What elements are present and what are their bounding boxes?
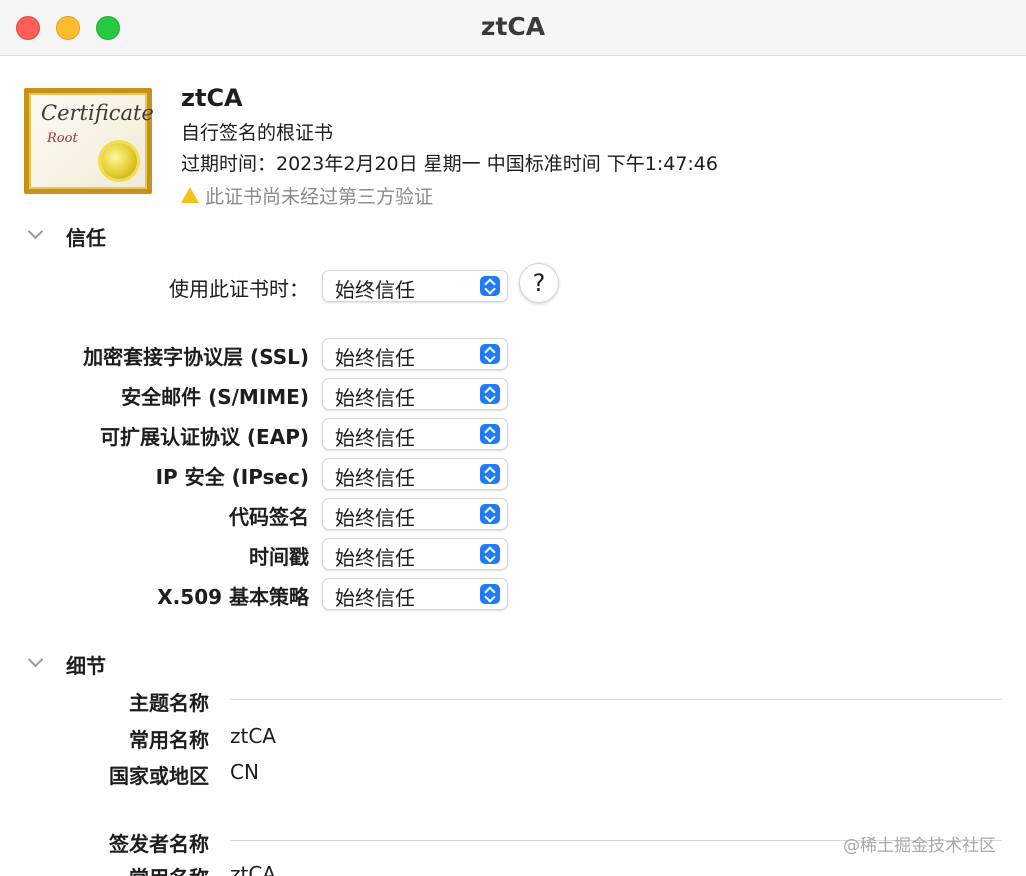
certificate-type: 自行签名的根证书 [181,122,334,144]
watermark-text: @稀土掘金技术社区 [843,836,996,856]
subject-common-name-label: 常用名称 [129,728,209,752]
trust-popup-value: 始终信任 [335,346,415,370]
popup-arrows-icon [480,424,500,444]
popup-arrows-icon [480,276,500,296]
trust-row-label-code-signing: 代码签名 [229,505,309,529]
trust-popup-ipsec[interactable]: 始终信任 [322,458,508,490]
trust-popup-eap[interactable]: 始终信任 [322,418,508,450]
issuer-common-name-value: ztCA [230,862,276,876]
details-section-title: 细节 [66,654,106,678]
trust-popup-value: 始终信任 [335,546,415,570]
warning-icon [181,186,199,203]
subject-common-name-value: ztCA [230,724,276,748]
popup-arrows-icon [480,464,500,484]
trust-row-label-ssl: 加密套接字协议层 (SSL) [83,345,309,369]
certificate-warning: 此证书尚未经过第三方验证 [181,182,433,209]
trust-popup-value: 始终信任 [335,586,415,610]
when-using-popup-value: 始终信任 [335,278,415,302]
trust-disclosure-toggle[interactable] [26,223,46,244]
seal-icon [101,143,137,179]
help-button[interactable]: ? [519,263,559,303]
certificate-expiry: 过期时间：2023年2月20日 星期一 中国标准时间 下午1:47:46 [181,153,718,175]
title-bar: ztCA [0,0,1026,56]
trust-section-title: 信任 [66,226,106,250]
popup-arrows-icon [480,544,500,564]
certificate-icon-paper: Certificate Root [29,93,154,189]
certificate-icon-text: Certificate [41,101,154,125]
when-using-popup[interactable]: 始终信任 [322,270,508,302]
trust-popup-smime[interactable]: 始终信任 [322,378,508,410]
subject-name-divider [230,699,1002,700]
subject-name-heading: 主题名称 [129,691,209,715]
certificate-icon-subtext: Root [47,131,78,146]
trust-popup-timestamp[interactable]: 始终信任 [322,538,508,570]
trust-popup-value: 始终信任 [335,466,415,490]
trust-row-label-eap: 可扩展认证协议 (EAP) [99,425,309,449]
trust-popup-x509[interactable]: 始终信任 [322,578,508,610]
chevron-down-icon [27,223,44,240]
trust-popup-value: 始终信任 [335,426,415,450]
certificate-window: ztCA Certificate Root ztCA 自行签名的根证书 过期时间… [0,0,1026,876]
subject-country-label: 国家或地区 [109,764,209,788]
trust-popup-ssl[interactable]: 始终信任 [322,338,508,370]
trust-popup-value: 始终信任 [335,506,415,530]
trust-row-label-ipsec: IP 安全 (IPsec) [155,465,309,489]
details-disclosure-toggle[interactable] [26,651,46,672]
window-title: ztCA [480,12,546,41]
popup-arrows-icon [480,504,500,524]
trust-row-label-timestamp: 时间戳 [249,545,309,569]
subject-country-value: CN [230,760,259,784]
trust-popup-code-signing[interactable]: 始终信任 [322,498,508,530]
certificate-warning-text: 此证书尚未经过第三方验证 [205,186,434,208]
issuer-name-heading: 签发者名称 [109,832,209,856]
trust-row-label-smime: 安全邮件 (S/MIME) [121,385,309,409]
issuer-common-name-label: 常用名称 [129,862,209,876]
trust-popup-value: 始终信任 [335,386,415,410]
popup-arrows-icon [480,584,500,604]
certificate-name: ztCA [181,84,243,112]
chevron-down-icon [27,651,44,668]
trust-row-label-x509: X.509 基本策略 [157,585,309,609]
certificate-icon: Certificate Root [24,88,154,194]
popup-arrows-icon [480,344,500,364]
popup-arrows-icon [480,384,500,404]
when-using-label: 使用此证书时： [169,277,309,301]
